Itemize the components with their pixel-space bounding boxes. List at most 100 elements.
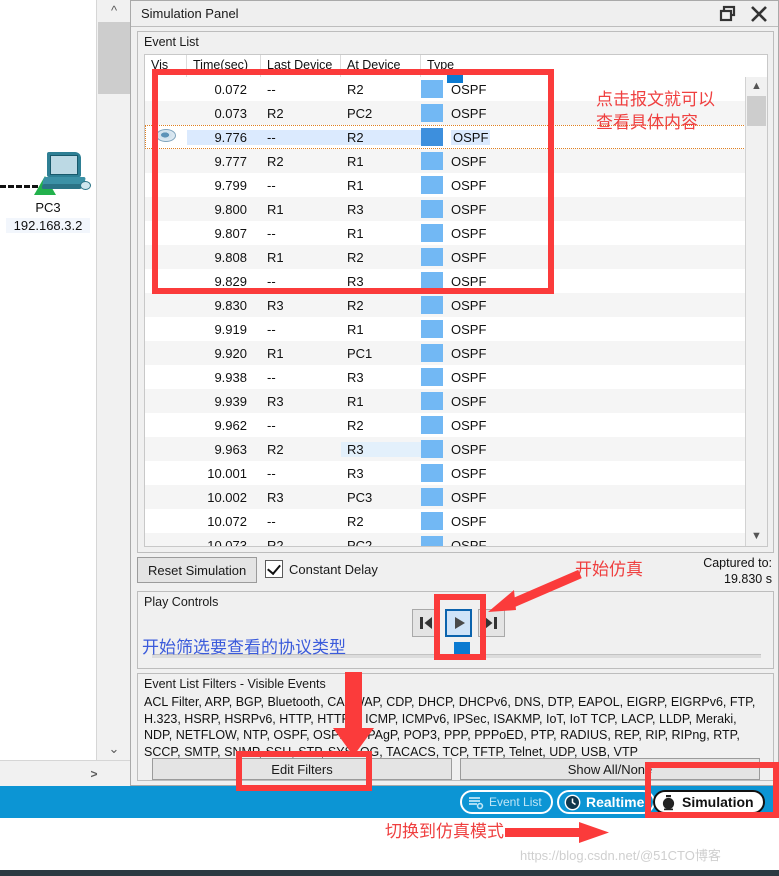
constant-delay-checkbox[interactable] bbox=[265, 560, 283, 578]
workspace-horizontal-scrollbar[interactable]: > bbox=[0, 760, 130, 787]
event-list-legend: Event List bbox=[144, 35, 199, 49]
cell-type: OSPF bbox=[421, 296, 641, 314]
play-controls-legend: Play Controls bbox=[144, 595, 219, 609]
monitor-base-lower bbox=[41, 184, 83, 189]
cell-type: OSPF bbox=[421, 368, 641, 386]
protocol-label: OSPF bbox=[451, 297, 487, 313]
protocol-color-swatch bbox=[421, 368, 443, 386]
reset-simulation-button[interactable]: Reset Simulation bbox=[137, 557, 258, 583]
cell-last-device: -- bbox=[267, 417, 276, 433]
workspace-vertical-scrollbar[interactable]: ^ ⌄ bbox=[96, 0, 132, 760]
cell-time: 9.939 bbox=[214, 393, 247, 409]
cell-type: OSPF bbox=[421, 464, 641, 482]
annotation-switch-mode: 切换到仿真模式 bbox=[385, 822, 504, 841]
cell-last-device: -- bbox=[267, 321, 276, 337]
close-icon[interactable] bbox=[748, 4, 770, 24]
annotation-box-simulation-mode bbox=[645, 762, 779, 818]
protocol-label: OSPF bbox=[451, 441, 487, 457]
event-scroll-thumb[interactable] bbox=[747, 96, 766, 126]
cell-type: OSPF bbox=[421, 440, 641, 458]
network-workspace[interactable]: PC3 192.168.3.2 bbox=[0, 0, 96, 786]
protocol-label: OSPF bbox=[451, 369, 487, 385]
scroll-down-icon[interactable]: ⌄ bbox=[97, 738, 131, 760]
protocol-color-swatch bbox=[421, 512, 443, 530]
table-row[interactable]: 9.920 R1 PC1 OSPF bbox=[145, 341, 746, 365]
protocol-label: OSPF bbox=[451, 321, 487, 337]
table-row[interactable]: 10.002 R3 PC3 OSPF bbox=[145, 485, 746, 509]
device-ip-label: 192.168.3.2 bbox=[6, 218, 90, 233]
cell-time: 9.919 bbox=[214, 321, 247, 337]
filters-legend: Event List Filters - Visible Events bbox=[144, 677, 326, 691]
annotation-arrow-switch-mode bbox=[505, 822, 609, 843]
realtime-mode-button[interactable]: Realtime bbox=[557, 790, 656, 814]
cell-at-device: R2 bbox=[347, 417, 364, 433]
protocol-label: OSPF bbox=[451, 465, 487, 481]
captured-to-label: Captured to: bbox=[703, 556, 772, 570]
annotation-box-edit-filters bbox=[236, 751, 372, 791]
table-row[interactable]: 10.072 -- R2 OSPF bbox=[145, 509, 746, 533]
protocol-color-swatch bbox=[421, 464, 443, 482]
cell-at-device: R1 bbox=[347, 321, 364, 337]
protocol-label: OSPF bbox=[451, 417, 487, 433]
protocol-color-swatch bbox=[421, 440, 443, 458]
cell-last-device: R3 bbox=[267, 393, 284, 409]
cell-time: 10.073 bbox=[207, 537, 247, 547]
scroll-thumb[interactable] bbox=[98, 22, 130, 94]
protocol-color-swatch bbox=[421, 344, 443, 362]
device-name-label: PC3 bbox=[35, 200, 61, 215]
event-list-toggle-label: Event List bbox=[489, 795, 542, 809]
cell-at-device: PC2 bbox=[347, 537, 373, 547]
event-scroll-down-icon[interactable]: ▼ bbox=[746, 527, 767, 546]
cell-type: OSPF bbox=[421, 344, 641, 362]
protocol-label: OSPF bbox=[451, 393, 487, 409]
protocol-label: OSPF bbox=[451, 537, 487, 547]
cell-at-device: PC1 bbox=[347, 345, 373, 361]
cell-at-device: R1 bbox=[347, 393, 364, 409]
protocol-color-swatch bbox=[421, 320, 443, 338]
table-row[interactable]: 9.938 -- R3 OSPF bbox=[145, 365, 746, 389]
cell-type: OSPF bbox=[421, 536, 641, 546]
cell-type: OSPF bbox=[421, 416, 641, 434]
table-row[interactable]: 9.919 -- R1 OSPF bbox=[145, 317, 746, 341]
restore-icon[interactable] bbox=[718, 4, 738, 24]
table-row[interactable]: 9.963 R2 R3 OSPF bbox=[145, 437, 746, 461]
annotation-box-play bbox=[434, 594, 486, 660]
protocol-color-swatch bbox=[421, 296, 443, 314]
cell-type: OSPF bbox=[421, 392, 641, 410]
table-row[interactable]: 9.939 R3 R1 OSPF bbox=[145, 389, 746, 413]
event-list-vertical-scrollbar[interactable]: ▲ ▼ bbox=[745, 77, 767, 546]
cell-last-device: R1 bbox=[267, 345, 284, 361]
pc3-device-icon[interactable] bbox=[40, 152, 91, 196]
event-scroll-up-icon[interactable]: ▲ bbox=[746, 77, 767, 96]
constant-delay-checkbox-wrap[interactable]: Constant Delay bbox=[265, 560, 378, 578]
cell-time: 10.002 bbox=[207, 489, 247, 505]
table-row[interactable]: 10.073 R2 PC2 OSPF bbox=[145, 533, 746, 546]
scroll-up-icon[interactable]: ^ bbox=[97, 0, 131, 22]
cell-time: 9.920 bbox=[214, 345, 247, 361]
scroll-right-icon[interactable]: > bbox=[84, 764, 104, 784]
cell-last-device: R3 bbox=[267, 297, 284, 313]
panel-titlebar: Simulation Panel bbox=[131, 1, 778, 27]
cell-time: 9.830 bbox=[214, 297, 247, 313]
protocol-label: OSPF bbox=[451, 345, 487, 361]
event-list-icon bbox=[467, 794, 484, 811]
simulation-reset-row: Reset Simulation Constant Delay Captured… bbox=[137, 556, 774, 587]
cell-last-device: -- bbox=[267, 465, 276, 481]
table-row[interactable]: 10.001 -- R3 OSPF bbox=[145, 461, 746, 485]
protocol-color-swatch bbox=[421, 392, 443, 410]
cell-last-device: R3 bbox=[267, 489, 284, 505]
cell-at-device: R3 bbox=[347, 369, 364, 385]
cell-last-device: R2 bbox=[267, 537, 284, 547]
cell-type: OSPF bbox=[421, 512, 641, 530]
cell-last-device: -- bbox=[267, 369, 276, 385]
cell-last-device: -- bbox=[267, 513, 276, 529]
protocol-label: OSPF bbox=[451, 489, 487, 505]
protocol-color-swatch bbox=[421, 536, 443, 546]
cell-time: 9.962 bbox=[214, 417, 247, 433]
table-row[interactable]: 9.830 R3 R2 OSPF bbox=[145, 293, 746, 317]
table-row[interactable]: 9.962 -- R2 OSPF bbox=[145, 413, 746, 437]
cell-type: OSPF bbox=[421, 488, 641, 506]
cell-at-device: R2 bbox=[347, 297, 364, 313]
event-list-toggle-button[interactable]: Event List bbox=[460, 790, 553, 814]
clock-icon bbox=[564, 794, 581, 811]
